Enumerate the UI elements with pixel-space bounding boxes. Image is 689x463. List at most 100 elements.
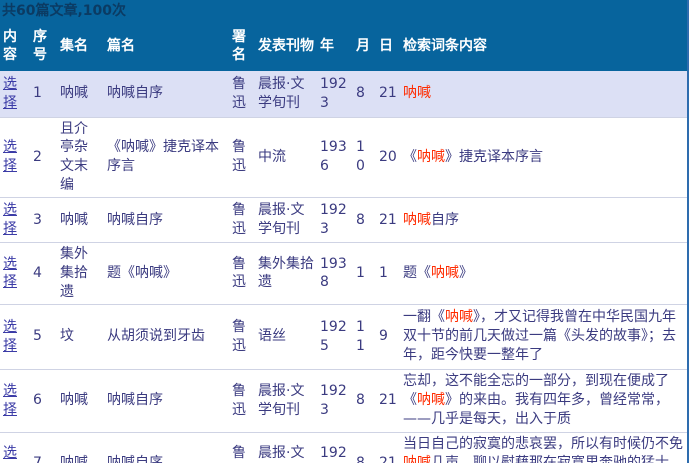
day-cell: 21 bbox=[376, 71, 400, 117]
collection-cell: 呐喊 bbox=[57, 369, 104, 432]
keyword-post: 几声，聊以慰藉那在寂寞里奔驰的猛士，使他不惮于前驱。至于 bbox=[403, 455, 683, 463]
year-cell: 1936 bbox=[317, 117, 353, 198]
publication-cell: 晨报·文学旬刊 bbox=[255, 198, 317, 243]
title-cell: 呐喊自序 bbox=[104, 71, 229, 117]
day-cell: 21 bbox=[376, 369, 400, 432]
select-link[interactable]: 选择 bbox=[3, 139, 17, 174]
seq-cell: 5 bbox=[30, 304, 57, 369]
select-link[interactable]: 选择 bbox=[3, 319, 17, 354]
results-table: 内容 序号 集名 篇名 署名 发表刊物 年 月 日 检索词条内容 选择 1 呐喊… bbox=[0, 21, 687, 463]
keyword-post: 》 bbox=[459, 265, 473, 281]
year-cell: 1923 bbox=[317, 71, 353, 117]
seq-cell: 2 bbox=[30, 117, 57, 198]
col-header-signature: 署名 bbox=[229, 21, 255, 71]
keyword-highlight: 呐喊 bbox=[403, 85, 431, 101]
seq-cell: 7 bbox=[30, 432, 57, 463]
signature-cell: 鲁迅 bbox=[229, 71, 255, 117]
table-row: 选择 2 且介亭杂文末编 《呐喊》捷克译本序言 鲁迅 中流 1936 10 20… bbox=[0, 117, 687, 198]
publication-cell: 中流 bbox=[255, 117, 317, 198]
keyword-pre: 当日自己的寂寞的悲哀罢，所以有时候仍不免 bbox=[403, 436, 683, 452]
year-cell: 1938 bbox=[317, 243, 353, 305]
keyword-post: 》捷克译本序言 bbox=[445, 149, 543, 165]
table-header: 内容 序号 集名 篇名 署名 发表刊物 年 月 日 检索词条内容 bbox=[0, 21, 687, 71]
day-cell: 9 bbox=[376, 304, 400, 369]
collection-cell: 呐喊 bbox=[57, 198, 104, 243]
table-row: 选择 5 坟 从胡须说到牙齿 鲁迅 语丝 1925 11 9 一翻《呐喊》，才又… bbox=[0, 304, 687, 369]
day-cell: 21 bbox=[376, 432, 400, 463]
keyword-pre: 一翻《 bbox=[403, 309, 445, 325]
publication-cell: 晨报·文学旬刊 bbox=[255, 432, 317, 463]
select-cell: 选择 bbox=[0, 198, 30, 243]
select-link[interactable]: 选择 bbox=[3, 445, 17, 463]
select-link[interactable]: 选择 bbox=[3, 202, 17, 237]
select-link[interactable]: 选择 bbox=[3, 256, 17, 291]
keyword-pre: 题《 bbox=[403, 265, 431, 281]
publication-cell: 晨报·文学旬刊 bbox=[255, 71, 317, 117]
title-cell: 呐喊自序 bbox=[104, 198, 229, 243]
select-cell: 选择 bbox=[0, 304, 30, 369]
col-header-title: 篇名 bbox=[104, 21, 229, 71]
collection-cell: 集外集拾遗 bbox=[57, 243, 104, 305]
seq-cell: 4 bbox=[30, 243, 57, 305]
col-header-day: 日 bbox=[376, 21, 400, 71]
table-row: 选择 7 呐喊 呐喊自序 鲁迅 晨报·文学旬刊 1923 8 21 当日自己的寂… bbox=[0, 432, 687, 463]
col-header-collection: 集名 bbox=[57, 21, 104, 71]
month-cell: 8 bbox=[353, 198, 376, 243]
title-cell: 从胡须说到牙齿 bbox=[104, 304, 229, 369]
month-cell: 8 bbox=[353, 432, 376, 463]
table-row: 选择 4 集外集拾遗 题《呐喊》 鲁迅 集外集拾遗 1938 1 1 题《呐喊》 bbox=[0, 243, 687, 305]
keyword-highlight: 呐喊 bbox=[403, 455, 431, 463]
keyword-highlight: 呐喊 bbox=[431, 265, 459, 281]
col-header-year: 年 bbox=[317, 21, 353, 71]
month-cell: 11 bbox=[353, 304, 376, 369]
day-cell: 21 bbox=[376, 198, 400, 243]
signature-cell: 鲁迅 bbox=[229, 243, 255, 305]
title-cell: 呐喊自序 bbox=[104, 432, 229, 463]
keyword-highlight: 呐喊 bbox=[445, 309, 473, 325]
keyword-cell: 题《呐喊》 bbox=[400, 243, 687, 305]
col-header-seq: 序号 bbox=[30, 21, 57, 71]
seq-cell: 6 bbox=[30, 369, 57, 432]
keyword-cell: 忘却，这不能全忘的一部分，到现在便成了《呐喊》的来由。我有四年多，曾经常常，——… bbox=[400, 369, 687, 432]
year-cell: 1923 bbox=[317, 369, 353, 432]
day-cell: 1 bbox=[376, 243, 400, 305]
title-cell: 题《呐喊》 bbox=[104, 243, 229, 305]
collection-cell: 坟 bbox=[57, 304, 104, 369]
keyword-cell: 呐喊 bbox=[400, 71, 687, 117]
seq-cell: 3 bbox=[30, 198, 57, 243]
select-cell: 选择 bbox=[0, 71, 30, 117]
keyword-cell: 呐喊自序 bbox=[400, 198, 687, 243]
result-summary: 共60篇文章,100次 bbox=[0, 0, 687, 21]
keyword-highlight: 呐喊 bbox=[417, 392, 445, 408]
table-row: 选择 6 呐喊 呐喊自序 鲁迅 晨报·文学旬刊 1923 8 21 忘却，这不能… bbox=[0, 369, 687, 432]
select-link[interactable]: 选择 bbox=[3, 383, 17, 418]
keyword-highlight: 呐喊 bbox=[417, 149, 445, 165]
select-cell: 选择 bbox=[0, 369, 30, 432]
keyword-cell: 当日自己的寂寞的悲哀罢，所以有时候仍不免呐喊几声，聊以慰藉那在寂寞里奔驰的猛士，… bbox=[400, 432, 687, 463]
collection-cell: 呐喊 bbox=[57, 432, 104, 463]
keyword-cell: 《呐喊》捷克译本序言 bbox=[400, 117, 687, 198]
year-cell: 1923 bbox=[317, 198, 353, 243]
table-row: 选择 3 呐喊 呐喊自序 鲁迅 晨报·文学旬刊 1923 8 21 呐喊自序 bbox=[0, 198, 687, 243]
day-cell: 20 bbox=[376, 117, 400, 198]
signature-cell: 鲁迅 bbox=[229, 369, 255, 432]
select-cell: 选择 bbox=[0, 243, 30, 305]
results-page: 共60篇文章,100次 内容 序号 集名 篇名 署名 发表刊物 年 月 日 检索… bbox=[0, 0, 689, 463]
select-link[interactable]: 选择 bbox=[3, 76, 17, 111]
keyword-highlight: 呐喊 bbox=[403, 212, 431, 228]
select-cell: 选择 bbox=[0, 432, 30, 463]
keyword-cell: 一翻《呐喊》，才又记得我曾在中华民国九年双十节的前几天做过一篇《头发的故事》；去… bbox=[400, 304, 687, 369]
publication-cell: 晨报·文学旬刊 bbox=[255, 369, 317, 432]
year-cell: 1923 bbox=[317, 432, 353, 463]
collection-cell: 呐喊 bbox=[57, 71, 104, 117]
signature-cell: 鲁迅 bbox=[229, 198, 255, 243]
publication-cell: 语丝 bbox=[255, 304, 317, 369]
month-cell: 10 bbox=[353, 117, 376, 198]
col-header-month: 月 bbox=[353, 21, 376, 71]
select-cell: 选择 bbox=[0, 117, 30, 198]
title-cell: 《呐喊》捷克译本序言 bbox=[104, 117, 229, 198]
month-cell: 1 bbox=[353, 243, 376, 305]
collection-cell: 且介亭杂文末编 bbox=[57, 117, 104, 198]
col-header-publication: 发表刊物 bbox=[255, 21, 317, 71]
publication-cell: 集外集拾遗 bbox=[255, 243, 317, 305]
